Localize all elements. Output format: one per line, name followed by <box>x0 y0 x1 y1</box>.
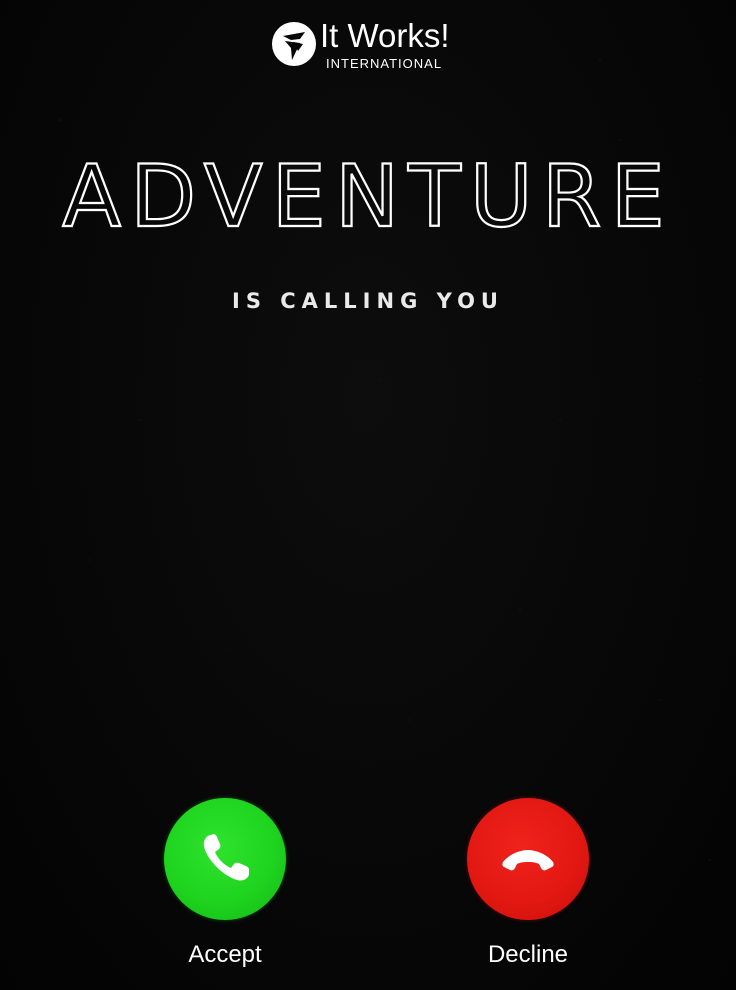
subheadline: IS CALLING YOU <box>232 289 504 313</box>
phone-answer-icon <box>203 834 249 881</box>
headline-text: ADVENTURE <box>61 150 674 240</box>
incoming-call-screen: It Works! INTERNATIONAL ADVENTURE IS CAL… <box>0 0 736 990</box>
accept-call-button[interactable] <box>164 798 286 920</box>
it-works-logo-icon <box>272 22 316 66</box>
headline: ADVENTURE <box>0 150 736 240</box>
brand-logo: It Works! INTERNATIONAL <box>270 14 470 71</box>
headline-word: ADVENTURE <box>62 150 674 240</box>
background-texture <box>39 59 711 861</box>
logo-title: It Works! <box>320 17 450 54</box>
decline-label: Decline <box>487 941 569 968</box>
logo-subtitle: INTERNATIONAL <box>326 56 443 71</box>
phone-hangup-icon <box>502 850 554 871</box>
accept-label: Accept <box>188 941 262 968</box>
decline-call-button[interactable] <box>467 798 589 920</box>
